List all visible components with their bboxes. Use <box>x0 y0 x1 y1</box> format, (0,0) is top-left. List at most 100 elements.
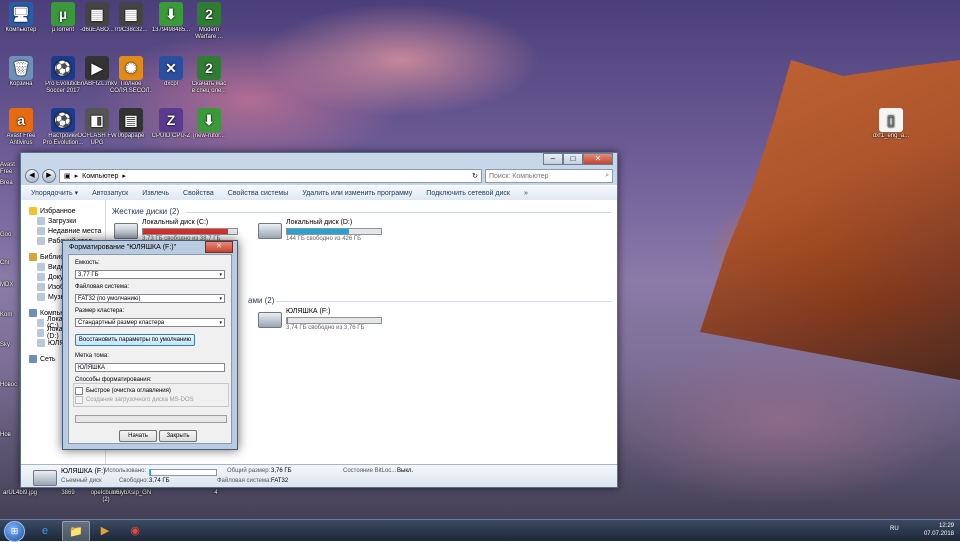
cluster-value: Стандартный размер кластера <box>78 320 165 326</box>
search-input[interactable]: Поиск: Компьютер ⌕ <box>485 169 613 183</box>
toolbar-button[interactable]: Подключить сетевой диск <box>426 190 510 197</box>
desktop-icon-partial[interactable]: Kom <box>0 312 20 319</box>
desktop-icon-partial[interactable]: MDX <box>0 282 20 289</box>
toolbar-button[interactable]: Автозапуск <box>92 190 128 197</box>
folder-icon <box>37 273 45 281</box>
drive-item[interactable]: Локальный диск (C:) 3,73 ГБ свободно из 3… <box>114 219 238 242</box>
toolbar-button[interactable]: Упорядочить ▾ <box>31 189 78 197</box>
nav-item[interactable]: Недавние места <box>29 226 105 236</box>
toolbar-button[interactable]: Извлечь <box>142 190 169 197</box>
desktop-icon-partial[interactable]: Brea <box>0 180 20 187</box>
drive-item[interactable]: ЮЛЯШКА (F:) 3,74 ГБ свободно из 3,76 ГБ <box>258 308 382 331</box>
format-dialog[interactable]: Форматирование "ЮЛЯШКА (F:)" ✕ Емкость: … <box>62 240 238 450</box>
desktop-icon[interactable]: ⬇ 1379498485... <box>150 2 192 34</box>
drive-free-space: 3,74 ГБ свободно из 3,76 ГБ <box>286 325 365 331</box>
minimize-button[interactable]: – <box>543 153 563 165</box>
desktop-icon-partial[interactable]: Нов <box>0 432 20 439</box>
refresh-icon[interactable]: ↻ <box>472 172 478 180</box>
cluster-select[interactable]: Стандартный размер кластера ▾ <box>75 318 225 327</box>
desktop-icon-label: Avast Free Antivirus <box>6 133 36 146</box>
drive-name: Локальный диск (D:) <box>286 219 353 226</box>
desktop-icon[interactable]: ✕ dxcpl <box>150 56 192 88</box>
close-button[interactable]: ✕ <box>583 153 613 165</box>
desktop-icon[interactable]: ▤ 0брарарe <box>110 108 152 140</box>
close-dialog-button[interactable]: Закрыть <box>159 430 197 442</box>
clock[interactable]: 12:29 07.07.2018 <box>924 522 954 538</box>
back-button[interactable]: ◀ <box>25 169 39 183</box>
details-used-label: Использовано: <box>105 468 147 474</box>
nav-item[interactable]: Загрузки <box>29 216 105 226</box>
app-icon: µ <box>51 2 75 26</box>
chevron-right-icon[interactable]: ▸ <box>122 172 126 180</box>
search-icon[interactable]: ⌕ <box>605 172 609 180</box>
quick-format-label: Быстрое (очистка оглавления) <box>86 388 171 394</box>
desktop-icon[interactable]: ▦ rr9C38c32... <box>110 2 152 34</box>
capacity-label: Емкость: <box>75 260 100 266</box>
desktop-icon[interactable]: Z CPUID CPU-Z <box>150 108 192 140</box>
nav-group-header[interactable]: Избранное <box>29 206 105 216</box>
desktop-icon[interactable]: 🖥 Компьютер <box>0 2 42 34</box>
desktop-icon[interactable]: ⬇ [new-rutor... <box>188 108 230 140</box>
drive-info: ЮЛЯШКА (F:) 3,74 ГБ свободно из 3,76 ГБ <box>286 308 382 331</box>
desktop-icon[interactable]: 🗑 Корзина <box>0 56 42 88</box>
folder-icon <box>37 283 45 291</box>
details-type: Съемный диск <box>61 478 102 484</box>
drive-icon <box>114 223 138 239</box>
address-row: ◀ ▶ ▣ ▸ Компьютер ▸ ↻ Поиск: Компьютер ⌕ <box>25 169 613 183</box>
app-icon: ▯ <box>879 108 903 132</box>
filesystem-select[interactable]: FAT32 (по умолчанию) ▾ <box>75 294 225 303</box>
start-button[interactable]: Начать <box>119 430 157 442</box>
desktop-icon-label: 0брарарe <box>117 133 145 139</box>
taskbar-app-explorer[interactable]: 📁 <box>62 521 90 542</box>
dialog-close-button[interactable]: ✕ <box>205 241 233 253</box>
volume-label-input[interactable]: ЮЛЯШКА <box>75 363 225 372</box>
maximize-button[interactable]: □ <box>563 153 583 165</box>
quick-format-checkbox[interactable] <box>75 387 83 395</box>
desktop-icon-label: [new-rutor... <box>193 133 225 139</box>
desktop-icon-partial[interactable]: 4 <box>196 490 236 497</box>
drive-usage-bar <box>142 228 238 235</box>
taskbar-app-ie[interactable]: e <box>32 521 58 540</box>
app-icon: 2 <box>197 56 221 80</box>
start-button[interactable]: ⊞ <box>4 521 25 542</box>
drive-name: ЮЛЯШКА (F:) <box>286 308 331 315</box>
msdos-checkbox <box>75 396 83 404</box>
desktop-icon-partial[interactable]: 3869 <box>48 490 88 497</box>
restore-defaults-button[interactable]: Восстановить параметры по умолчанию <box>75 334 195 346</box>
desktop-icon-partial[interactable]: Chr <box>0 260 20 267</box>
desktop-icon[interactable]: 2 Скачать мас в спец оле... <box>188 56 230 95</box>
toolbar-button[interactable]: Удалить или изменить программу <box>302 190 412 197</box>
quick-format-option[interactable]: Быстрое (очистка оглавления) <box>75 387 171 395</box>
toolbar-button[interactable]: Свойства системы <box>228 190 288 197</box>
taskbar-app-media[interactable]: ▶ <box>92 521 118 540</box>
language-indicator[interactable]: RU <box>890 526 899 532</box>
desktop-icon[interactable]: a Avast Free Antivirus <box>0 108 42 147</box>
group-header-removable[interactable]: ами (2) <box>248 296 274 305</box>
desktop-icon[interactable]: ▯ dxf1_eng_a... <box>870 108 912 140</box>
format-progress <box>75 415 227 423</box>
desktop-icon-partial[interactable]: Новос <box>0 382 20 389</box>
drive-info: Локальный диск (C:) 3,73 ГБ свободно из 3… <box>142 219 238 242</box>
address-path[interactable]: Компьютер <box>82 173 118 180</box>
desktop-icon[interactable]: 2 Modern Warfare ... <box>188 2 230 41</box>
filesystem-label: Файловая система: <box>75 284 130 290</box>
drive-icon <box>258 223 282 239</box>
group-divider <box>276 301 611 302</box>
desktop-icon-partial[interactable]: n6lybXsip_GN <box>112 490 152 497</box>
desktop-icon-partial[interactable]: Goo <box>0 232 20 239</box>
address-bar[interactable]: ▣ ▸ Компьютер ▸ ↻ <box>59 169 482 183</box>
capacity-select[interactable]: 3,77 ГБ ▾ <box>75 270 225 279</box>
taskbar-app-chrome[interactable]: ◉ <box>122 521 148 540</box>
group-header-hard-drives[interactable]: Жесткие диски (2) <box>112 207 179 216</box>
forward-button[interactable]: ▶ <box>42 169 56 183</box>
drive-item[interactable]: Локальный диск (D:) 144 ГБ свободно из 42… <box>258 219 382 242</box>
chevron-right-icon[interactable]: ▸ <box>75 172 79 180</box>
desktop-icon[interactable]: ✺ Полное СОЛЯ.SEСОЛ... <box>110 56 152 95</box>
desktop-icon-partial[interactable]: Avast Free <box>0 162 20 176</box>
toolbar-button[interactable]: » <box>524 190 528 197</box>
desktop-icon-partial[interactable]: arUL4bl9.jpg <box>0 490 40 497</box>
toolbar-button[interactable]: Свойства <box>183 190 214 197</box>
app-icon: ⚽ <box>51 56 75 80</box>
desktop-icon-partial[interactable]: Sky <box>0 342 20 349</box>
nav-group-label: Избранное <box>40 207 76 215</box>
